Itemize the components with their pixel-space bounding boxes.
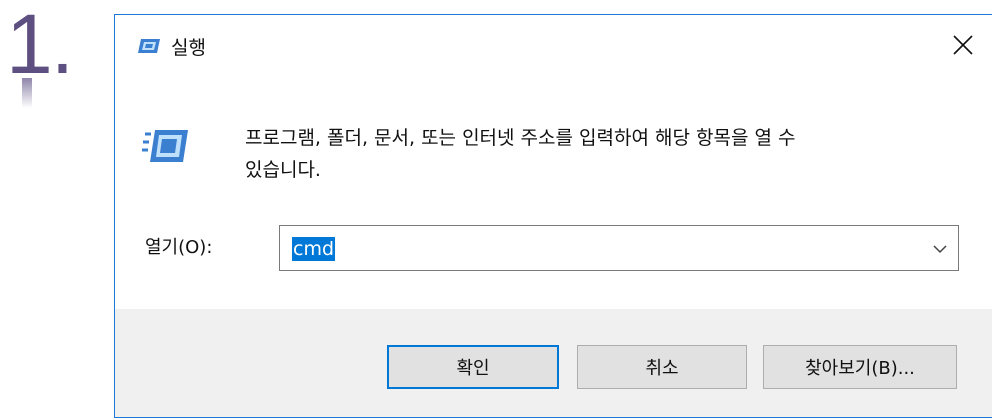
run-dialog: 실행 프로그램, 폴더, 문서, 또는 인터넷 주소를 입력하여 해당 항목을 … <box>114 14 992 418</box>
run-icon <box>141 128 189 168</box>
dialog-description: 프로그램, 폴더, 문서, 또는 인터넷 주소를 입력하여 해당 항목을 열 수… <box>245 122 992 186</box>
ok-button[interactable]: 확인 <box>387 345 559 389</box>
chevron-down-icon <box>933 245 947 254</box>
description-line-1: 프로그램, 폴더, 문서, 또는 인터넷 주소를 입력하여 해당 항목을 열 수 <box>245 127 796 149</box>
run-icon <box>137 38 161 58</box>
open-input-value[interactable]: cmd <box>292 237 336 261</box>
close-icon <box>953 35 973 55</box>
description-line-2: 있습니다. <box>245 159 321 181</box>
open-label: 열기(O): <box>145 237 213 258</box>
step-number-shadow <box>22 78 32 108</box>
cancel-button[interactable]: 취소 <box>577 345 747 389</box>
title-bar[interactable]: 실행 <box>115 15 992 75</box>
browse-button[interactable]: 찾아보기(B)... <box>763 345 957 389</box>
step-number: 1. <box>6 0 74 91</box>
open-combobox[interactable]: cmd <box>279 225 959 271</box>
dropdown-button[interactable] <box>930 240 950 258</box>
dialog-title: 실행 <box>171 37 206 59</box>
close-button[interactable] <box>933 15 992 75</box>
